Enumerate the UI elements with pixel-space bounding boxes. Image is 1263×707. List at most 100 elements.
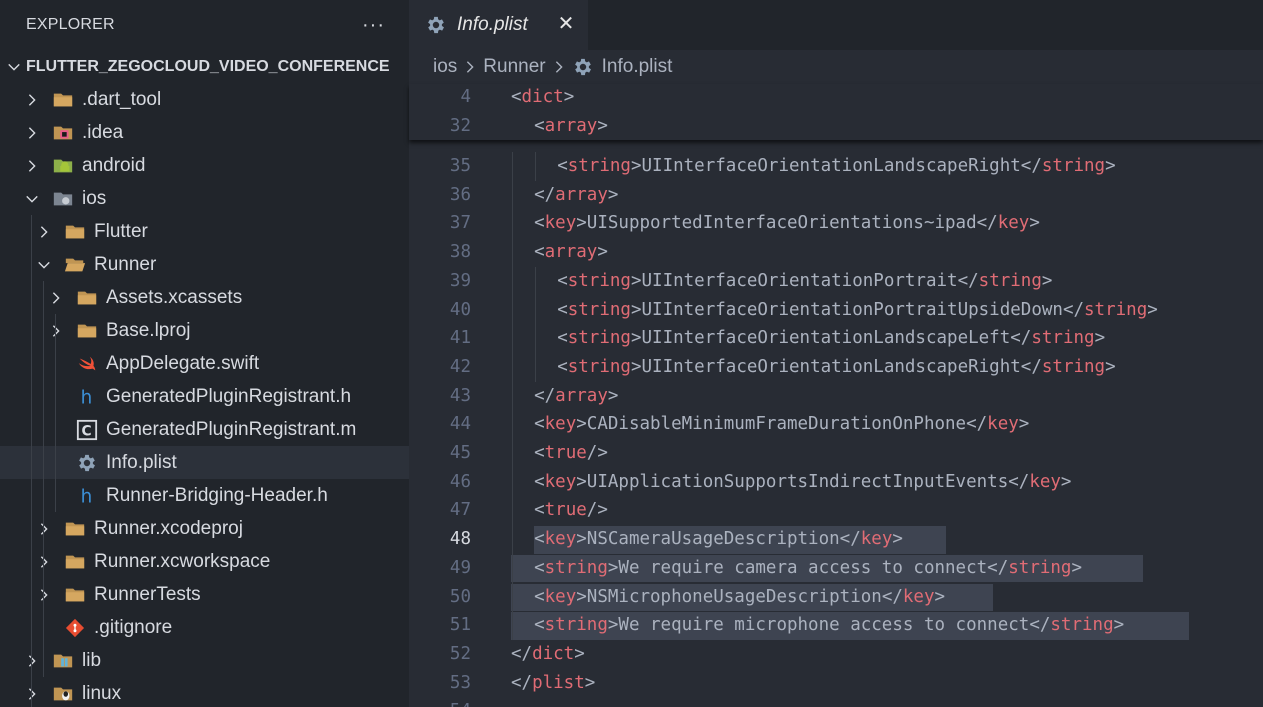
folder-icon	[52, 89, 74, 111]
code-line[interactable]: 46 <key>UIApplicationSupportsIndirectInpu…	[409, 468, 1263, 497]
chevron-right-icon[interactable]	[24, 653, 40, 669]
tree-item-android[interactable]: android	[0, 149, 409, 182]
gear-icon	[76, 452, 98, 474]
code-line[interactable]: 35 <string>UIInterfaceOrientationLandscap…	[409, 152, 1263, 181]
breadcrumb-ios[interactable]: ios	[433, 56, 457, 78]
xml-text: UIApplicationSupportsIndirectInputEvents	[586, 471, 1009, 492]
tree-item-idea[interactable]: .idea	[0, 116, 409, 149]
chevron-right-icon[interactable]	[36, 554, 52, 570]
xml-punctuation: <	[534, 115, 545, 136]
code-line[interactable]: 43 </array>	[409, 382, 1263, 411]
xml-punctuation: <	[534, 586, 545, 607]
xml-punctuation: </	[1029, 615, 1051, 636]
xml-punctuation: >	[1071, 557, 1083, 578]
close-tab-icon[interactable]: ✕	[555, 13, 577, 35]
tree-item-runnertests[interactable]: RunnerTests	[0, 578, 409, 611]
folder-icon	[64, 551, 86, 573]
folder-icon	[64, 584, 86, 606]
tree-item-runner[interactable]: Runner	[0, 248, 409, 281]
line-number: 47	[449, 500, 471, 521]
chevron-right-icon[interactable]	[24, 125, 40, 141]
chevron-right-icon[interactable]	[36, 224, 52, 240]
chevron-down-icon[interactable]	[36, 257, 52, 273]
tree-item-appdelegate-swift[interactable]: AppDelegate.swift	[0, 347, 409, 380]
code-line[interactable]: 48 <key>NSCameraUsageDescription</key>	[409, 525, 1263, 554]
code-line[interactable]: 37 <key>UISupportedInterfaceOrientations~…	[409, 209, 1263, 238]
chevron-right-icon[interactable]	[24, 686, 40, 702]
chevron-right-icon[interactable]	[24, 158, 40, 174]
xml-tag-name: string	[1084, 299, 1148, 320]
workspace-root[interactable]: FLUTTER_ZEGOCLOUD_VIDEO_CONFERENCE	[0, 50, 409, 83]
code-line[interactable]: 38 <array>	[409, 238, 1263, 267]
tree-item-base-lproj[interactable]: Base.lproj	[0, 314, 409, 347]
xml-punctuation: <	[534, 557, 545, 578]
chevron-right-icon[interactable]	[24, 92, 40, 108]
code-text: <string>UIInterfaceOrientationLandscapeR…	[557, 152, 1115, 181]
xml-tag-name: key	[544, 414, 577, 435]
xml-text: UISupportedInterfaceOrientations~ipad	[586, 213, 977, 234]
tree-item-ios[interactable]: ios	[0, 182, 409, 215]
chevron-right-icon[interactable]	[48, 323, 64, 339]
code-line[interactable]: 49 <string>We require camera access to co…	[409, 554, 1263, 583]
xml-punctuation: <	[557, 328, 568, 349]
tree-item-label: android	[82, 154, 146, 176]
xml-tag-name: dict	[532, 643, 575, 664]
code-text: <string>We require camera access to conn…	[534, 554, 1082, 583]
tree-item-runner-xcodeproj[interactable]: Runner.xcodeproj	[0, 512, 409, 545]
tree-item-generatedpluginregistrant-m[interactable]: C GeneratedPluginRegistrant.m	[0, 413, 409, 446]
chevron-down-icon[interactable]	[24, 191, 40, 207]
code-line[interactable]: 4 <dict>	[409, 83, 1263, 112]
tree-item-dart-tool[interactable]: .dart_tool	[0, 83, 409, 116]
chevron-right-icon[interactable]	[36, 521, 52, 537]
tree-item-runner-bridging-header-h[interactable]: h Runner-Bridging-Header.h	[0, 479, 409, 512]
xml-tag-name: array	[544, 242, 598, 263]
code-line[interactable]: 54	[409, 697, 1263, 707]
code-line[interactable]: 51 <string>We require microphone access t…	[409, 611, 1263, 640]
code-text: <key>UISupportedInterfaceOrientations~ip…	[534, 209, 1040, 238]
xml-punctuation: </	[511, 672, 533, 693]
tree-item-runner-xcworkspace[interactable]: Runner.xcworkspace	[0, 545, 409, 578]
sticky-scroll-header[interactable]: 4 <dict> 32 <array>	[409, 84, 1263, 140]
code-line[interactable]: 44 <key>CADisableMinimumFrameDurationOnPh…	[409, 410, 1263, 439]
code-line[interactable]: 50 <key>NSMicrophoneUsageDescription</key…	[409, 583, 1263, 612]
folder-icon	[64, 221, 86, 243]
code-line[interactable]: 45 <true/>	[409, 439, 1263, 468]
code-line[interactable]: 52 </dict>	[409, 640, 1263, 669]
code-text: </array>	[534, 382, 618, 411]
code-line[interactable]: 32 <array>	[409, 112, 1263, 141]
breadcrumb-info-plist[interactable]: Info.plist	[602, 56, 673, 78]
xml-tag-name: string	[1050, 615, 1114, 636]
xml-punctuation: </	[839, 529, 861, 550]
tree-item-assets-xcassets[interactable]: Assets.xcassets	[0, 281, 409, 314]
xml-punctuation: >	[630, 156, 642, 176]
explorer-title: EXPLORER	[26, 16, 115, 33]
chevron-right-icon[interactable]	[48, 290, 64, 306]
tree-item-lib[interactable]: lib	[0, 644, 409, 677]
svg-text:C: C	[82, 423, 92, 439]
android-folder-icon	[52, 155, 74, 177]
code-line[interactable]: 36 </array>	[409, 181, 1263, 210]
xml-punctuation: >	[1029, 213, 1040, 234]
code-line[interactable]: 47 <true/>	[409, 496, 1263, 525]
xml-text: We require microphone access to connect	[618, 615, 1030, 636]
tab-info-plist[interactable]: Info.plist ✕	[409, 0, 588, 50]
code-text: <true/>	[534, 439, 608, 468]
code-line[interactable]: 42 <string>UIInterfaceOrientationLandscap…	[409, 353, 1263, 382]
code-line[interactable]: 40 <string>UIInterfaceOrientationPortrait…	[409, 296, 1263, 325]
tree-item-flutter[interactable]: Flutter	[0, 215, 409, 248]
breadcrumb-runner[interactable]: Runner	[483, 56, 545, 78]
xml-punctuation: <	[557, 356, 568, 377]
xml-tag-name: string	[567, 156, 631, 176]
code-line[interactable]: 39 <string>UIInterfaceOrientationPortrait…	[409, 267, 1263, 296]
tree-item-info-plist[interactable]: Info.plist	[0, 446, 409, 479]
tree-item-gitignore[interactable]: .gitignore	[0, 611, 409, 644]
code-line[interactable]: 53 </plist>	[409, 669, 1263, 698]
tree-item-generatedpluginregistrant-h[interactable]: h GeneratedPluginRegistrant.h	[0, 380, 409, 413]
code-line[interactable]: 41 <string>UIInterfaceOrientationLandscap…	[409, 324, 1263, 353]
code-editor[interactable]: 35 <string>UIInterfaceOrientationLandscap…	[409, 84, 1263, 707]
xml-punctuation: <	[557, 299, 568, 320]
xml-punctuation: >	[1060, 471, 1072, 492]
chevron-right-icon[interactable]	[36, 587, 52, 603]
more-actions-icon[interactable]: ···	[362, 14, 385, 37]
tree-item-linux[interactable]: linux	[0, 677, 409, 707]
